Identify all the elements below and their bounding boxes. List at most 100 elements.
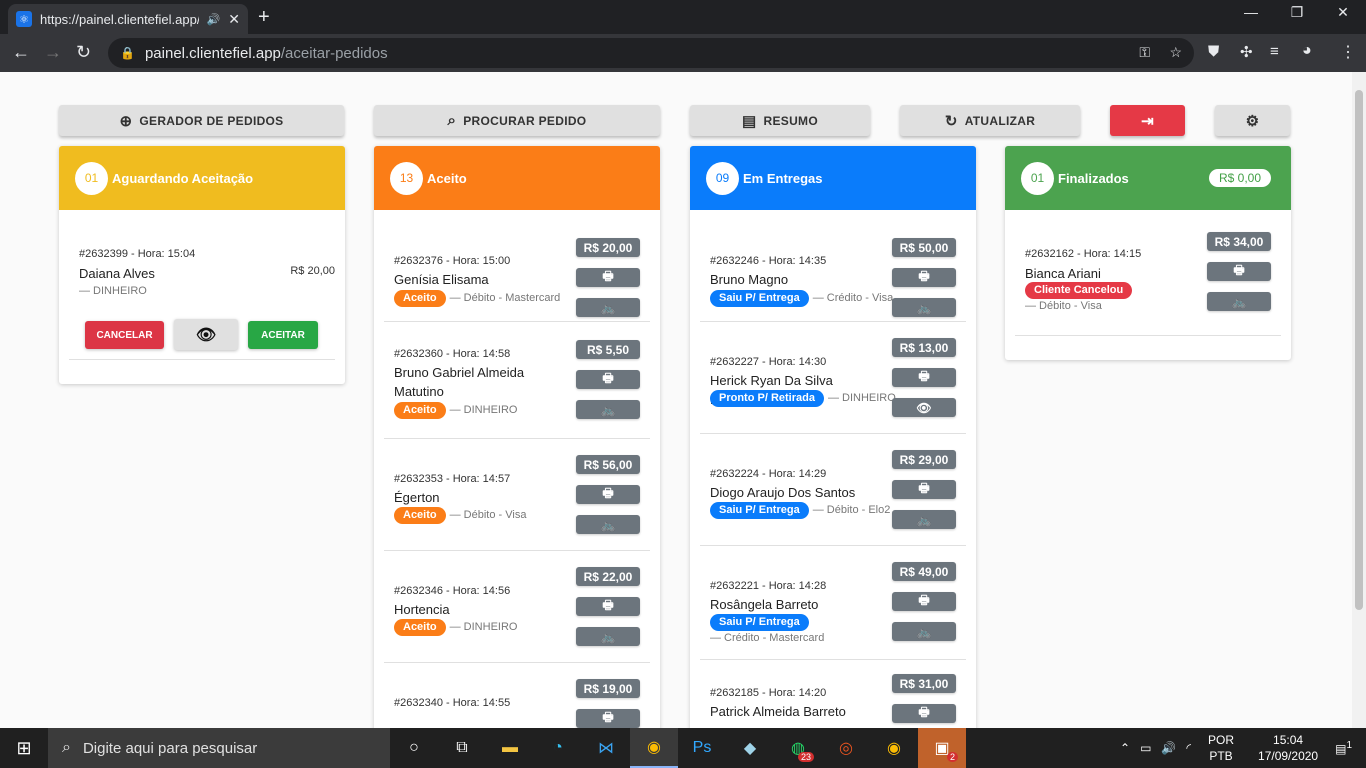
delivery-button[interactable]: 🚲 <box>1207 292 1271 311</box>
vscode-icon[interactable]: ⋈ <box>582 728 630 768</box>
app-icon[interactable]: ◆ <box>726 728 774 768</box>
order-card[interactable]: #2632221 - Hora: 14:28 Rosângela Barreto… <box>700 546 966 660</box>
price-button[interactable]: R$ 22,00 <box>576 567 640 586</box>
menu-kebab-icon[interactable]: ⋮ <box>1340 42 1356 62</box>
cancel-order-button[interactable]: CANCELAR <box>85 321 164 349</box>
delivery-button[interactable]: 🚲 <box>892 298 956 317</box>
scrollbar-thumb[interactable] <box>1355 90 1363 610</box>
price-button[interactable]: R$ 13,00 <box>892 338 956 357</box>
extensions-puzzle-icon[interactable]: ✣ <box>1240 43 1253 61</box>
photoshop-icon[interactable]: Ps <box>678 728 726 768</box>
print-button[interactable]: 🖶 <box>892 368 956 387</box>
order-card[interactable]: #2632185 - Hora: 14:20 Patrick Almeida B… <box>700 660 966 728</box>
back-icon[interactable]: ← <box>12 42 30 63</box>
order-card[interactable]: #2632399 - Hora: 15:04 Daiana Alves — DI… <box>69 210 335 360</box>
accept-order-button[interactable]: ACEITAR <box>248 321 318 349</box>
price-button[interactable]: R$ 50,00 <box>892 238 956 257</box>
price-button[interactable]: R$ 29,00 <box>892 450 956 469</box>
address-bar[interactable]: 🔒 painel.clientefiel.app/aceitar-pedidos… <box>108 38 1194 68</box>
print-button[interactable]: 🖶 <box>1207 262 1271 281</box>
ubuntu-icon[interactable]: ◎ <box>822 728 870 768</box>
task-view-icon[interactable]: ⧉ <box>438 728 486 768</box>
price-button[interactable]: R$ 31,00 <box>892 674 956 693</box>
windows-start-icon[interactable]: ⊞ <box>0 728 48 768</box>
gerador-pedidos-button[interactable]: ⊕ GERADOR DE PEDIDOS <box>59 105 344 136</box>
resumo-button[interactable]: ▤ RESUMO <box>690 105 870 136</box>
print-button[interactable]: 🖶 <box>576 709 640 728</box>
print-button[interactable]: 🖶 <box>576 597 640 616</box>
order-id: #2632399 - Hora: 15:04 <box>79 248 196 260</box>
delivery-button[interactable]: 🚲 <box>892 510 956 529</box>
volume-icon[interactable]: 🔊 <box>1161 741 1176 755</box>
print-button[interactable]: 🖶 <box>576 485 640 504</box>
price-button[interactable]: R$ 19,00 <box>576 679 640 698</box>
delivery-button[interactable]: 🚲 <box>576 400 640 419</box>
forward-icon[interactable]: → <box>44 42 62 63</box>
price-button[interactable]: R$ 56,00 <box>576 455 640 474</box>
price-button[interactable]: R$ 20,00 <box>576 238 640 257</box>
order-id: #2632227 - Hora: 14:30 <box>710 356 827 368</box>
view-order-button[interactable]: 👁 <box>174 319 238 350</box>
new-tab-icon[interactable]: + <box>258 6 270 29</box>
order-card[interactable]: #2632224 - Hora: 14:29 Diogo Araujo Dos … <box>700 434 966 546</box>
chrome-icon-2[interactable]: ◉ <box>870 728 918 768</box>
print-button[interactable]: 🖶 <box>892 480 956 499</box>
delivery-button[interactable]: 🚲 <box>576 298 640 317</box>
bookmark-star-icon[interactable]: ☆ <box>1169 44 1182 61</box>
order-card[interactable]: #2632376 - Hora: 15:00 Genísia Elisama A… <box>384 210 650 322</box>
minimize-icon[interactable]: — <box>1228 4 1274 20</box>
page-scrollbar[interactable] <box>1352 72 1366 728</box>
profile-avatar[interactable]: ◕ <box>1302 42 1312 60</box>
key-icon[interactable]: ⚿ <box>1139 44 1150 61</box>
language-indicator[interactable]: POR PTB <box>1208 732 1234 764</box>
battery-icon[interactable]: ▭ <box>1140 741 1151 755</box>
view-button[interactable]: 👁 <box>892 398 956 417</box>
atualizar-button[interactable]: ↻ ATUALIZAR <box>900 105 1080 136</box>
print-button[interactable]: 🖶 <box>892 268 956 287</box>
print-button[interactable]: 🖶 <box>576 370 640 389</box>
chrome-icon[interactable]: ◉ <box>630 728 678 768</box>
logout-button[interactable]: ⇥ <box>1110 105 1185 136</box>
print-button[interactable]: 🖶 <box>892 592 956 611</box>
order-card[interactable]: #2632353 - Hora: 14:57 Égerton Aceito — D… <box>384 439 650 551</box>
status-badge: Saiu P/ Entrega <box>710 290 809 307</box>
notification-center-icon[interactable]: ▤1 <box>1335 740 1352 756</box>
file-explorer-icon[interactable]: ▬ <box>486 728 534 768</box>
order-card[interactable]: #2632346 - Hora: 14:56 Hortencia Aceito —… <box>384 551 650 663</box>
print-button[interactable]: 🖶 <box>576 268 640 287</box>
notification-badge: 2 <box>946 752 958 762</box>
order-card[interactable]: #2632360 - Hora: 14:58 Bruno Gabriel Alm… <box>384 322 650 439</box>
clock[interactable]: 15:04 17/09/2020 <box>1258 732 1318 764</box>
price-button[interactable]: R$ 49,00 <box>892 562 956 581</box>
print-button[interactable]: 🖶 <box>892 704 956 723</box>
browser-tab[interactable]: ⚛ https://painel.clientefiel.app/ 🔊 ✕ <box>8 4 248 34</box>
restore-icon[interactable]: ❐ <box>1274 4 1320 21</box>
wifi-icon[interactable]: ◜ <box>1186 741 1191 755</box>
close-window-icon[interactable]: ✕ <box>1320 4 1366 21</box>
app-window-icon[interactable]: ▣ 2 <box>918 728 966 768</box>
price-button[interactable]: R$ 5,50 <box>576 340 640 359</box>
chevron-up-icon[interactable]: ⌃ <box>1120 741 1130 755</box>
media-queue-icon[interactable]: ≡ <box>1270 43 1279 60</box>
order-card[interactable]: #2632340 - Hora: 14:55 R$ 19,00 🖶 <box>384 663 650 728</box>
taskbar-search[interactable]: ⌕ Digite aqui para pesquisar <box>48 728 390 768</box>
procurar-pedido-button[interactable]: ⌕ PROCURAR PEDIDO <box>374 105 660 136</box>
order-actions: R$ 31,00 🖶 <box>892 674 956 728</box>
reload-icon[interactable]: ↻ <box>76 42 91 63</box>
order-card[interactable]: #2632246 - Hora: 14:35 Bruno Magno Saiu … <box>700 210 966 322</box>
audio-icon[interactable]: 🔊 <box>207 13 221 26</box>
search-placeholder: Digite aqui para pesquisar <box>82 739 258 757</box>
order-card[interactable]: #2632227 - Hora: 14:30 Herick Ryan Da Si… <box>700 322 966 434</box>
extension-shield-icon[interactable]: ⛊ <box>1208 43 1219 60</box>
settings-button[interactable]: ⚙ <box>1215 105 1290 136</box>
cortana-icon[interactable]: ○ <box>390 728 438 768</box>
price-button[interactable]: R$ 34,00 <box>1207 232 1271 251</box>
delivery-button[interactable]: 🚲 <box>892 622 956 641</box>
close-tab-icon[interactable]: ✕ <box>228 11 240 28</box>
edge-icon[interactable]: ◔ <box>534 728 582 768</box>
order-card[interactable]: #2632162 - Hora: 14:15 Bianca Ariani Cli… <box>1015 210 1281 336</box>
whatsapp-icon[interactable]: ◍ 23 <box>774 728 822 768</box>
delivery-button[interactable]: 🚲 <box>576 515 640 534</box>
customer-name: Genísia Elisama <box>394 272 489 287</box>
delivery-button[interactable]: 🚲 <box>576 627 640 646</box>
